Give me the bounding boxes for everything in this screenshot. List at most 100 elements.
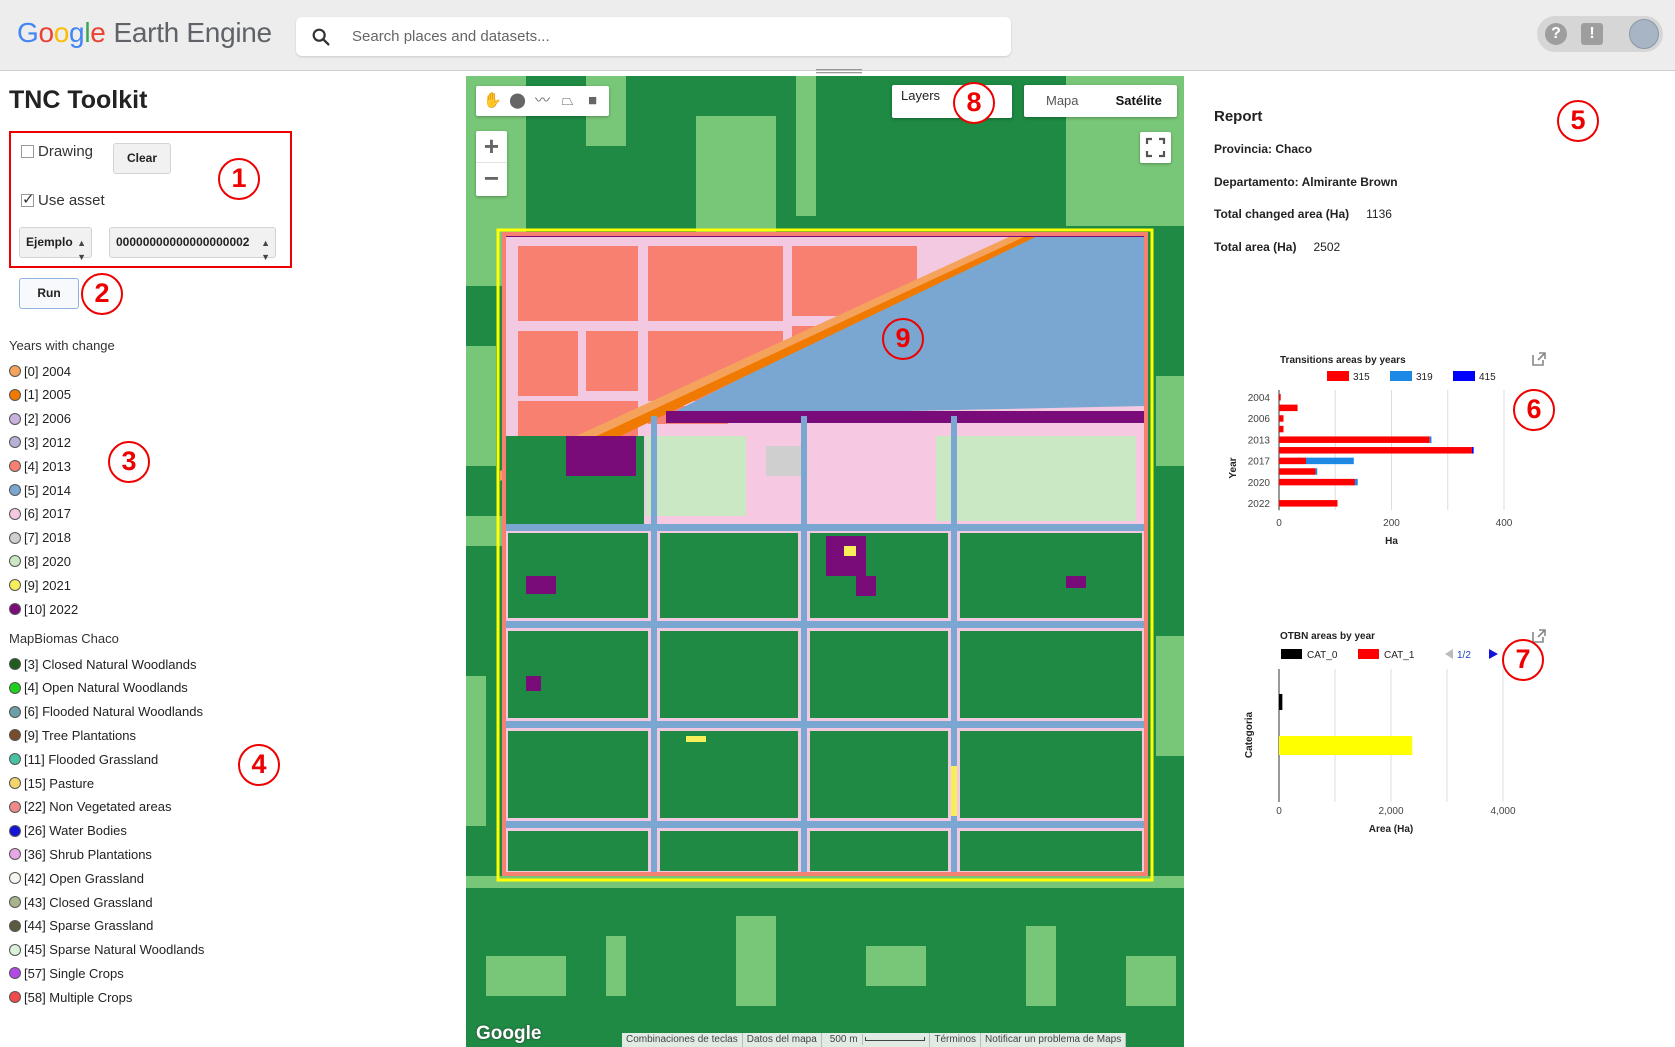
legend-label: [5] 2014 [24, 482, 71, 498]
bar-315-2020 [1279, 478, 1355, 486]
class-legend-item: [6] Flooded Natural Woodlands [9, 702, 203, 722]
year-legend-item: [3] 2012 [9, 432, 71, 452]
legend-label: [3] 2012 [24, 434, 71, 450]
drawing-checkbox-box[interactable] [21, 145, 34, 158]
logo-product: Earth Engine [113, 17, 273, 48]
legend-label: [36] Shrub Plantations [24, 846, 152, 862]
bar-319-2018 [1315, 468, 1318, 475]
open-external-icon[interactable] [1532, 352, 1546, 366]
header-icons: ? ! [1537, 16, 1663, 52]
legend-label: [9] 2021 [24, 577, 71, 593]
chart-title: OTBN areas by year [1280, 631, 1375, 642]
point-icon[interactable]: ⬤ [507, 90, 529, 112]
x-tick-label: 0 [1276, 806, 1282, 817]
avatar[interactable] [1629, 19, 1659, 49]
zoom-control: + − [476, 131, 507, 196]
legend-label: CAT_1 [1384, 650, 1415, 661]
legend-page: 1/2 [1457, 650, 1471, 661]
layers-label: Layers [901, 88, 941, 103]
fullscreen-icon[interactable] [1140, 132, 1171, 163]
report-problem-link[interactable]: Notificar un problema de Maps [981, 1033, 1127, 1047]
bar-315-2017 [1279, 457, 1306, 465]
legend-swatch [9, 531, 21, 544]
map-type-mapa[interactable]: Mapa [1024, 85, 1101, 117]
terms-link[interactable]: Términos [930, 1033, 982, 1047]
class-legend-item: [11] Flooded Grassland [9, 749, 158, 769]
annotation-6: 6 [1513, 389, 1555, 431]
class-legend-item: [26] Water Bodies [9, 821, 127, 841]
run-button[interactable]: Run [19, 278, 79, 309]
zoom-in-button[interactable]: + [476, 131, 507, 163]
legend-swatch [9, 824, 21, 837]
departamento-row: Departamento: Almirante Brown [1214, 175, 1398, 189]
x-tick-label: 200 [1383, 518, 1400, 529]
x-tick-label: 0 [1276, 518, 1282, 529]
total-changed-value: 1136 [1366, 207, 1392, 221]
feature-select[interactable]: 00000000000000000002 ▲ ▼ [109, 227, 276, 262]
legend-swatch [1281, 649, 1302, 659]
select-arrows-icon: ▲ ▼ [261, 238, 270, 262]
year-legend-item: [7] 2018 [9, 528, 71, 548]
map-canvas[interactable]: ✋ ⬤ 〰 ⏢ ■ + − Layers 8 Mapa Satélite 9 G… [466, 76, 1184, 1047]
line-icon[interactable]: 〰 [532, 90, 554, 112]
zoom-out-button[interactable]: − [476, 163, 507, 195]
open-external-icon[interactable] [1532, 629, 1546, 643]
legend-label: [58] Multiple Crops [24, 989, 133, 1005]
bar-CAT_0 [1279, 694, 1283, 710]
help-icon[interactable]: ? [1545, 23, 1567, 45]
earth-engine-logo[interactable]: Google Earth Engine [17, 17, 272, 49]
clear-button[interactable]: Clear [113, 143, 171, 174]
class-legend-item: [42] Open Grassland [9, 868, 144, 888]
x-tick-label: 2,000 [1378, 806, 1403, 817]
legend-label: [26] Water Bodies [24, 823, 127, 839]
bar-315-2022 [1279, 500, 1338, 507]
legend-swatch [9, 603, 21, 615]
legend-label: 315 [1353, 372, 1370, 383]
drawing-checkbox[interactable]: Drawing [21, 143, 93, 160]
map-imagery [466, 76, 1184, 1047]
annotation-5: 5 [1557, 100, 1599, 142]
use-asset-checkbox[interactable]: Use asset [21, 190, 105, 209]
legend-label: [22] Non Vegetated areas [24, 799, 172, 815]
legend-label: [42] Open Grassland [24, 870, 144, 886]
map-data-link[interactable]: Datos del mapa [743, 1033, 822, 1047]
annotation-1: 1 [218, 158, 260, 200]
y-tick-label: 2006 [1248, 414, 1271, 425]
legend-swatch [9, 896, 21, 908]
y-axis-label: Categoria [1244, 712, 1255, 759]
hand-icon[interactable]: ✋ [482, 90, 504, 112]
total-changed-row: Total changed area (Ha) 1136 [1214, 207, 1392, 221]
x-tick-label: 400 [1496, 518, 1513, 529]
total-changed-label: Total changed area (Ha) [1214, 207, 1350, 221]
feedback-icon[interactable]: ! [1581, 23, 1603, 45]
search-input[interactable] [352, 17, 992, 56]
legend-label: 319 [1416, 372, 1433, 383]
top-bar: GoogleEarth Engine ? ! [0, 0, 1675, 74]
annotation-8: 8 [953, 82, 995, 124]
legend-swatch [9, 681, 21, 694]
otbn-chart: OTBN areas by year CAT_0 CAT_1 1/2 0 2,000 4,0… [1244, 629, 1546, 835]
bar-315-2014 [1279, 447, 1472, 454]
legend-swatch [9, 555, 21, 568]
map-type-satellite[interactable]: Satélite [1101, 85, 1178, 117]
y-tick-label: 2004 [1248, 393, 1271, 404]
keyboard-shortcuts-link[interactable]: Combinaciones de teclas [622, 1033, 743, 1047]
open-external-icon-path [1532, 352, 1546, 366]
total-area-row: Total area (Ha) 2502 [1214, 240, 1340, 254]
rectangle-icon[interactable]: ■ [582, 90, 604, 112]
panel-resize-handle[interactable] [816, 69, 862, 75]
provincia-row: Provincia: Chaco [1214, 142, 1312, 156]
bar-315-2004 [1279, 394, 1281, 401]
legend-prev-icon[interactable] [1445, 649, 1453, 659]
mapbiomas-header: MapBiomas Chaco [9, 631, 119, 646]
search-box[interactable] [296, 17, 1011, 56]
polygon-icon[interactable]: ⏢ [557, 90, 579, 112]
legend-swatch [9, 729, 21, 742]
legend-swatch [9, 460, 21, 473]
asset-select[interactable]: Ejemplo ▲ ▼ [19, 227, 92, 262]
report-title: Report [1214, 108, 1263, 125]
legend-next-icon[interactable] [1489, 649, 1498, 659]
use-asset-checkbox-box[interactable] [21, 190, 35, 208]
legend-swatch [9, 484, 21, 496]
legend-label: [6] Flooded Natural Woodlands [24, 704, 203, 720]
